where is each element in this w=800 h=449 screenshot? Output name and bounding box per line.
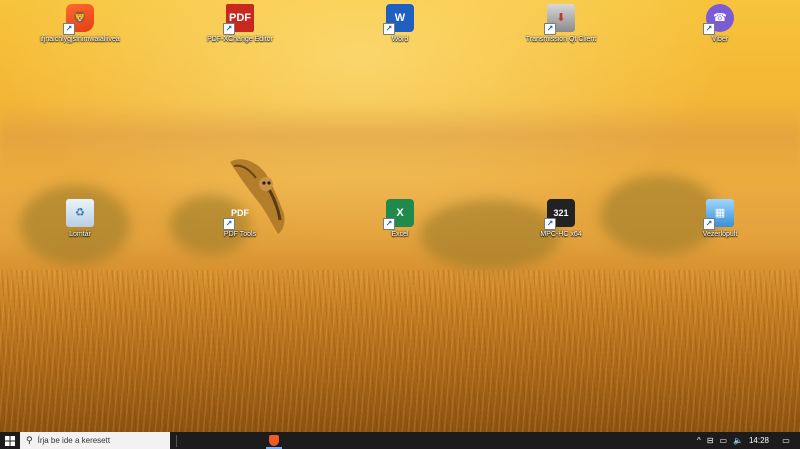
mpc-hc-icon: 321 ↗ <box>544 199 575 230</box>
desktop-icon-word[interactable]: W ↗ Word <box>352 2 448 58</box>
desktop-icon-label: Word <box>391 36 409 43</box>
taskbar-search-box[interactable]: ⚲ Írja be ide a keresett <box>20 432 170 449</box>
desktop-icon-label: Lomtár <box>69 231 91 238</box>
wallpaper-grass <box>0 270 800 432</box>
desktop-icon-viber[interactable]: ☎ ↗ Viber <box>672 2 768 58</box>
desktop-icon-label: Viber <box>711 36 729 43</box>
desktop-icon-pdf-tools[interactable]: PDF ↗ PDF Tools <box>192 197 288 253</box>
desktop-icon-brave[interactable]: 🦁 ↗ ifjnalchlygjsfnimwalaliivea <box>32 2 128 58</box>
search-icon: ⚲ <box>26 435 33 445</box>
start-button[interactable] <box>0 432 20 449</box>
desktop-icon-label: Excel <box>391 231 409 238</box>
desktop-icon-label: Vezérlőpult <box>702 231 738 238</box>
pdf-tools-icon: PDF ↗ <box>223 199 254 230</box>
pdf-xchange-editor-icon: PDF ↗ <box>223 4 254 35</box>
taskbar-app-brave[interactable] <box>263 432 285 449</box>
taskbar: ⚲ Írja be ide a keresett ^ ⊟ ▭ 🔈 14:28 ▭ <box>0 432 800 449</box>
brave-browser-icon <box>269 435 279 446</box>
search-placeholder: Írja be ide a keresett <box>37 436 111 445</box>
viber-icon: ☎ ↗ <box>703 4 734 35</box>
network-icon[interactable]: ⊟ <box>707 436 714 445</box>
word-icon: W ↗ <box>383 4 414 35</box>
excel-icon: X ↗ <box>383 199 414 230</box>
notification-center-icon[interactable]: ▭ <box>775 436 797 445</box>
display-icon[interactable]: ▭ <box>719 436 727 445</box>
shortcut-arrow-icon: ↗ <box>223 218 235 230</box>
desktop-icon-transmission[interactable]: ⬇ ↗ Transmission Qt Client <box>513 2 609 58</box>
shortcut-arrow-icon: ↗ <box>383 23 395 35</box>
recycle-bin-icon: ♻ <box>66 199 94 227</box>
shortcut-arrow-icon: ↗ <box>63 23 75 35</box>
desktop-icon-excel[interactable]: X ↗ Excel <box>352 197 448 253</box>
desktop-wallpaper: 🦁 ↗ ifjnalchlygjsfnimwalaliivea PDF ↗ PD… <box>0 0 800 432</box>
clock-time[interactable]: 14:28 <box>749 436 769 445</box>
desktop-icon-label: PDF Tools <box>223 231 257 238</box>
shortcut-arrow-icon: ↗ <box>544 23 556 35</box>
brave-browser-icon: 🦁 ↗ <box>63 4 94 35</box>
windows-start-icon <box>5 435 15 446</box>
volume-icon[interactable]: 🔈 <box>733 436 743 445</box>
shortcut-arrow-icon: ↗ <box>223 23 235 35</box>
desktop-icon-control-panel[interactable]: ▦ ↗ Vezérlőpult <box>672 197 768 253</box>
shortcut-arrow-icon: ↗ <box>544 218 556 230</box>
desktop-icon-mpc-hc[interactable]: 321 ↗ MPC-HC x64 <box>513 197 609 253</box>
wallpaper-haze <box>0 105 800 175</box>
transmission-icon: ⬇ ↗ <box>544 4 575 35</box>
control-panel-icon: ▦ ↗ <box>703 199 734 230</box>
shortcut-arrow-icon: ↗ <box>703 218 715 230</box>
desktop-icon-recycle-bin[interactable]: ♻ Lomtár <box>32 197 128 253</box>
shortcut-arrow-icon: ↗ <box>703 23 715 35</box>
shortcut-arrow-icon: ↗ <box>383 218 395 230</box>
show-hidden-icons-chevron-icon[interactable]: ^ <box>697 436 701 445</box>
system-tray: ^ ⊟ ▭ 🔈 14:28 ▭ <box>694 432 800 449</box>
desktop-icon-label: PDF-XChange Editor <box>207 36 273 43</box>
taskbar-divider <box>176 434 177 447</box>
desktop-icon-pdf-xchange-editor[interactable]: PDF ↗ PDF-XChange Editor <box>192 2 288 58</box>
desktop-icon-label: MPC-HC x64 <box>540 231 582 238</box>
desktop-icon-label: ifjnalchlygjsfnimwalaliivea <box>40 36 120 43</box>
desktop-icon-label: Transmission Qt Client <box>525 36 597 43</box>
